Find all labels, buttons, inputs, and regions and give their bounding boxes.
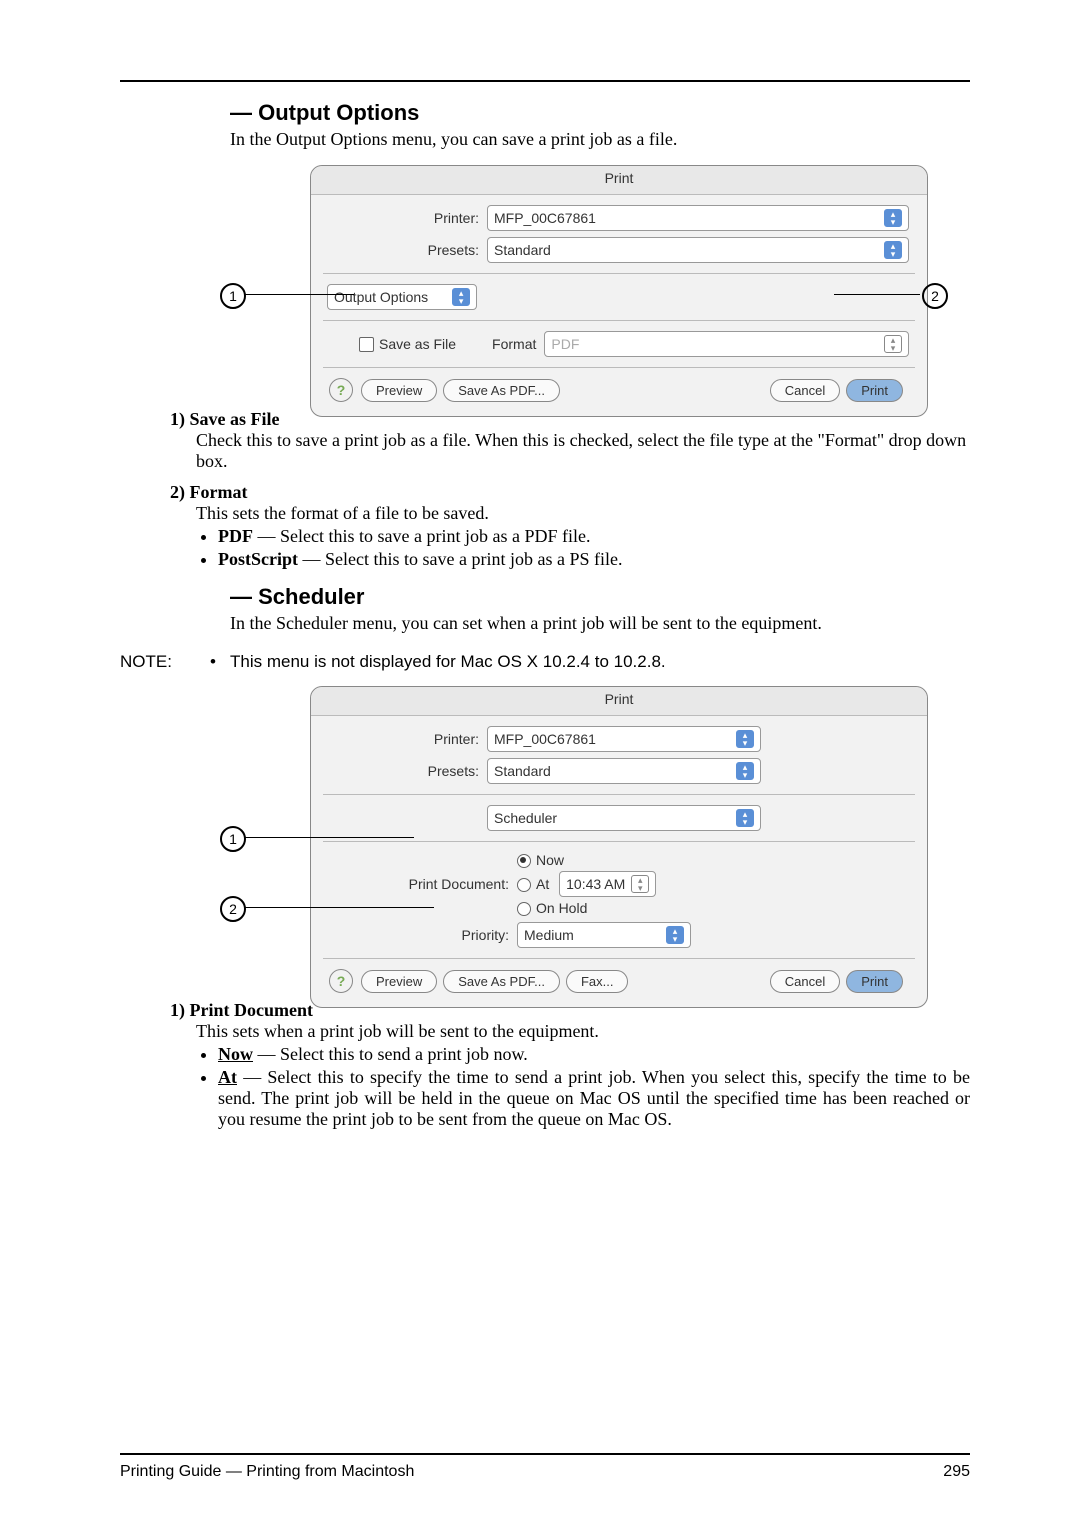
output-options-heading: — Output Options (230, 100, 970, 126)
stepper-icon: ▴▾ (631, 875, 649, 893)
presets-select[interactable]: Standard▴▾ (487, 237, 909, 263)
chevron-updown-icon: ▴▾ (666, 926, 684, 944)
section-select[interactable]: Scheduler▴▾ (487, 805, 761, 831)
preview-button[interactable]: Preview (361, 970, 437, 993)
scheduler-intro: In the Scheduler menu, you can set when … (230, 612, 970, 635)
help-icon[interactable]: ? (329, 378, 353, 402)
presets-label: Presets: (329, 763, 487, 779)
note: NOTE:•This menu is not displayed for Mac… (120, 652, 970, 672)
cancel-button[interactable]: Cancel (770, 379, 840, 402)
footer-page-number: 295 (943, 1463, 970, 1481)
output-options-intro: In the Output Options menu, you can save… (230, 128, 970, 151)
callout-2-right: 2 (922, 283, 948, 309)
print-document-label: Print Document: (329, 876, 517, 892)
dialog-title: Print (311, 687, 927, 716)
chevron-updown-icon: ▴▾ (884, 209, 902, 227)
chevron-updown-icon: ▴▾ (884, 335, 902, 353)
format-label: Format (492, 336, 536, 352)
print-dialog-scheduler: Print Printer: MFP_00C67861▴▾ Presets: S… (310, 686, 928, 1009)
printer-select[interactable]: MFP_00C67861▴▾ (487, 205, 909, 231)
output-options-items: 1) Save as File Check this to save a pri… (170, 409, 970, 570)
callout-2-scheduler: 2 (220, 896, 246, 922)
scheduler-items: 1) Print Document This sets when a print… (170, 1000, 970, 1130)
callout-1-scheduler: 1 (220, 826, 246, 852)
chevron-updown-icon: ▴▾ (736, 762, 754, 780)
help-icon[interactable]: ? (329, 969, 353, 993)
save-as-pdf-button[interactable]: Save As PDF... (443, 379, 560, 402)
priority-select[interactable]: Medium▴▾ (517, 922, 691, 948)
format-select[interactable]: PDF▴▾ (544, 331, 909, 357)
cancel-button[interactable]: Cancel (770, 970, 840, 993)
chevron-updown-icon: ▴▾ (884, 241, 902, 259)
print-button[interactable]: Print (846, 970, 903, 993)
chevron-updown-icon: ▴▾ (736, 730, 754, 748)
save-as-pdf-button[interactable]: Save As PDF... (443, 970, 560, 993)
at-time-field[interactable]: 10:43 AM▴▾ (559, 871, 656, 897)
print-dialog-output-options: Print Printer: MFP_00C67861▴▾ Presets: S… (310, 165, 928, 417)
dialog-title: Print (311, 166, 927, 195)
radio-at[interactable] (517, 878, 531, 892)
priority-label: Priority: (329, 927, 517, 943)
radio-on-hold[interactable] (517, 902, 531, 916)
presets-label: Presets: (329, 242, 487, 258)
printer-label: Printer: (329, 731, 487, 747)
print-button[interactable]: Print (846, 379, 903, 402)
printer-label: Printer: (329, 210, 487, 226)
page-footer: Printing Guide — Printing from Macintosh… (120, 1453, 970, 1481)
footer-left: Printing Guide — Printing from Macintosh (120, 1463, 414, 1481)
fax-button[interactable]: Fax... (566, 970, 629, 993)
radio-now[interactable] (517, 854, 531, 868)
save-as-file-checkbox[interactable] (359, 337, 374, 352)
save-as-file-label: Save as File (379, 336, 456, 352)
section-select[interactable]: Output Options▴▾ (327, 284, 477, 310)
callout-1-left: 1 (220, 283, 246, 309)
chevron-updown-icon: ▴▾ (452, 288, 470, 306)
presets-select[interactable]: Standard▴▾ (487, 758, 761, 784)
preview-button[interactable]: Preview (361, 379, 437, 402)
printer-select[interactable]: MFP_00C67861▴▾ (487, 726, 761, 752)
scheduler-heading: — Scheduler (230, 584, 970, 610)
chevron-updown-icon: ▴▾ (736, 809, 754, 827)
